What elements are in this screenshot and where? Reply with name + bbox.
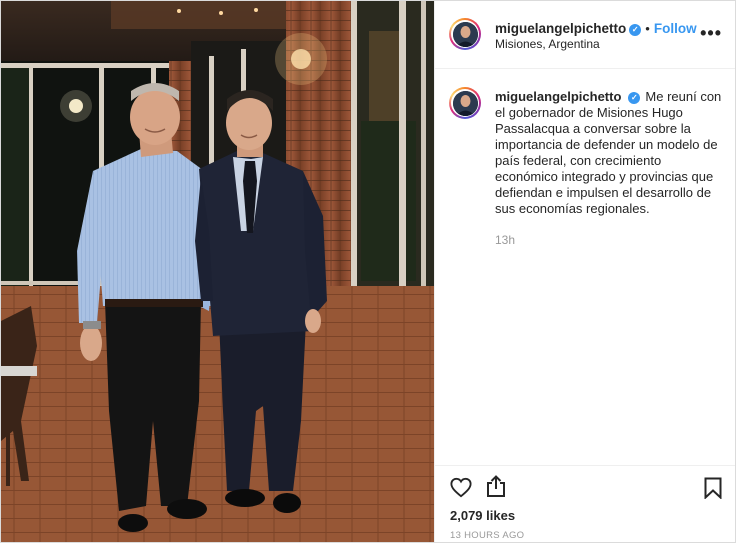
- photo-illustration: [1, 1, 434, 542]
- header-user-line: miguelangelpichetto ✓ • Follow: [495, 20, 697, 38]
- separator-dot: •: [645, 21, 650, 36]
- heart-icon[interactable]: [450, 477, 472, 503]
- post-date[interactable]: 13 HOURS AGO: [450, 530, 524, 541]
- post-side-panel: miguelangelpichetto ✓ • Follow Misiones, Ar…: [434, 1, 735, 542]
- caption-avatar-image: [452, 90, 478, 116]
- instagram-post-card: miguelangelpichetto ✓ • Follow Misiones, Ar…: [0, 0, 736, 543]
- avatar[interactable]: [449, 18, 481, 50]
- more-options-icon[interactable]: •••: [700, 23, 722, 44]
- bookmark-icon[interactable]: [704, 477, 722, 504]
- follow-button[interactable]: Follow: [654, 21, 697, 36]
- location-link[interactable]: Misiones, Argentina: [495, 37, 600, 51]
- header-username[interactable]: miguelangelpichetto: [495, 21, 626, 36]
- verified-badge-icon: ✓: [629, 23, 642, 36]
- post-photo[interactable]: [1, 1, 434, 542]
- likes-count[interactable]: 2,079 likes: [450, 508, 515, 523]
- post-caption: miguelangelpichetto ✓ Me reuní con el gobe…: [495, 89, 725, 217]
- share-icon[interactable]: [486, 475, 506, 503]
- caption-avatar[interactable]: [449, 87, 481, 119]
- avatar-image: [452, 21, 478, 47]
- post-header: miguelangelpichetto ✓ • Follow Misiones, Ar…: [435, 1, 735, 69]
- caption-timestamp[interactable]: 13h: [495, 233, 515, 247]
- actions-divider: [435, 465, 735, 466]
- verified-badge-icon: ✓: [628, 92, 641, 104]
- caption-text: Me reuní con el gobernador de Misiones H…: [495, 89, 722, 216]
- caption-username[interactable]: miguelangelpichetto: [495, 89, 621, 104]
